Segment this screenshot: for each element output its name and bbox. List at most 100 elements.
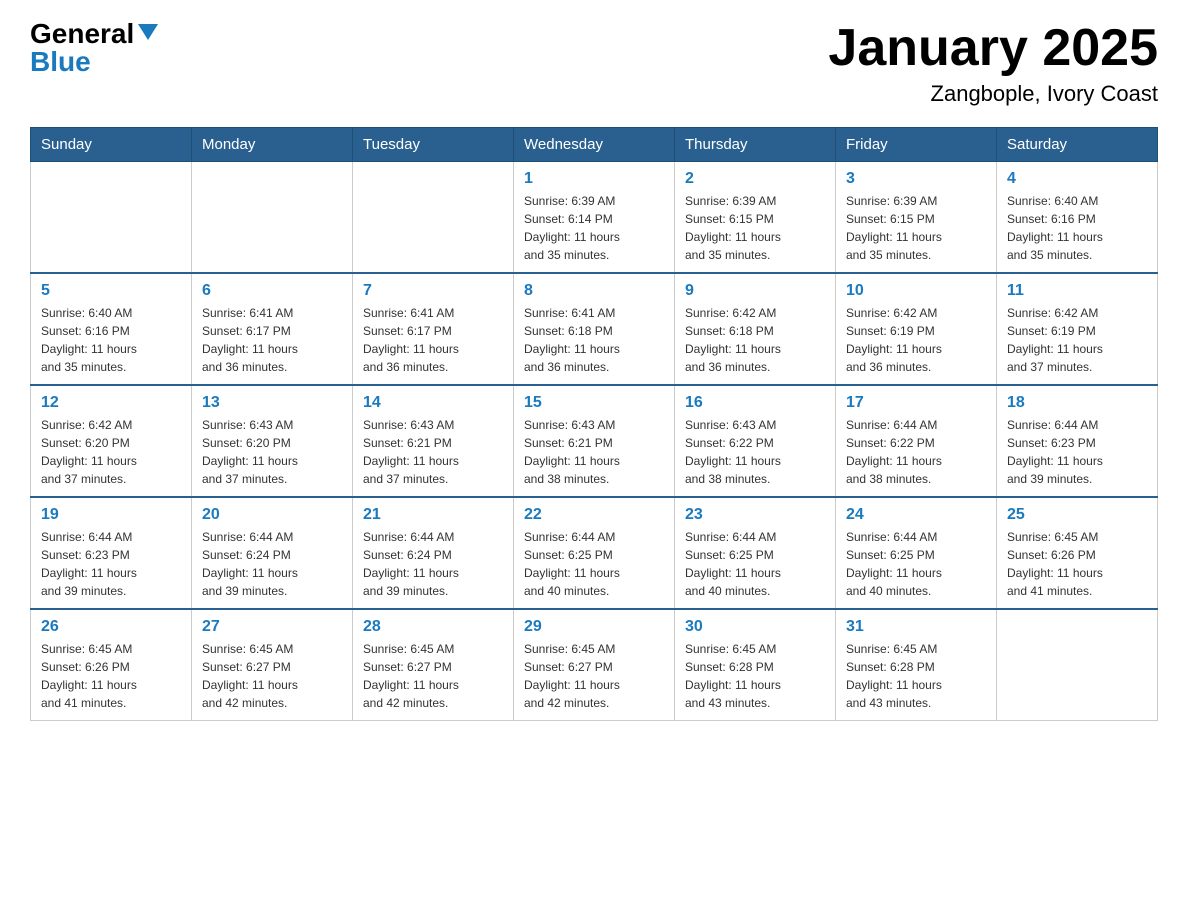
day-number: 2 bbox=[685, 170, 825, 188]
calendar-cell: 16Sunrise: 6:43 AM Sunset: 6:22 PM Dayli… bbox=[675, 385, 836, 497]
day-info: Sunrise: 6:45 AM Sunset: 6:27 PM Dayligh… bbox=[524, 640, 664, 712]
day-number: 27 bbox=[202, 618, 342, 636]
day-number: 1 bbox=[524, 170, 664, 188]
weekday-header-tuesday: Tuesday bbox=[353, 128, 514, 162]
day-info: Sunrise: 6:45 AM Sunset: 6:28 PM Dayligh… bbox=[685, 640, 825, 712]
day-number: 28 bbox=[363, 618, 503, 636]
calendar-cell bbox=[997, 609, 1158, 721]
weekday-header-row: SundayMondayTuesdayWednesdayThursdayFrid… bbox=[31, 128, 1158, 162]
day-number: 3 bbox=[846, 170, 986, 188]
calendar-cell: 26Sunrise: 6:45 AM Sunset: 6:26 PM Dayli… bbox=[31, 609, 192, 721]
day-number: 13 bbox=[202, 394, 342, 412]
logo-general: General bbox=[30, 20, 134, 48]
day-info: Sunrise: 6:44 AM Sunset: 6:25 PM Dayligh… bbox=[685, 528, 825, 600]
day-info: Sunrise: 6:42 AM Sunset: 6:20 PM Dayligh… bbox=[41, 416, 181, 488]
calendar-cell: 14Sunrise: 6:43 AM Sunset: 6:21 PM Dayli… bbox=[353, 385, 514, 497]
day-number: 31 bbox=[846, 618, 986, 636]
logo: General Blue bbox=[30, 20, 158, 76]
calendar-cell: 1 Sunrise: 6:39 AM Sunset: 6:14 PM Daylig… bbox=[514, 162, 675, 274]
calendar-week-row: 5Sunrise: 6:40 AM Sunset: 6:16 PM Daylig… bbox=[31, 273, 1158, 385]
day-number: 17 bbox=[846, 394, 986, 412]
calendar-cell bbox=[353, 162, 514, 274]
logo-blue: Blue bbox=[30, 46, 91, 77]
day-number: 16 bbox=[685, 394, 825, 412]
day-info: Sunrise: 6:39 AM Sunset: 6:14 PM Dayligh… bbox=[524, 192, 664, 264]
calendar-cell: 5Sunrise: 6:40 AM Sunset: 6:16 PM Daylig… bbox=[31, 273, 192, 385]
day-info: Sunrise: 6:44 AM Sunset: 6:25 PM Dayligh… bbox=[846, 528, 986, 600]
day-info: Sunrise: 6:42 AM Sunset: 6:19 PM Dayligh… bbox=[1007, 304, 1147, 376]
calendar-cell: 17 Sunrise: 6:44 AM Sunset: 6:22 PM Dayli… bbox=[836, 385, 997, 497]
calendar-table: SundayMondayTuesdayWednesdayThursdayFrid… bbox=[30, 127, 1158, 721]
day-number: 29 bbox=[524, 618, 664, 636]
day-number: 18 bbox=[1007, 394, 1147, 412]
weekday-header-wednesday: Wednesday bbox=[514, 128, 675, 162]
day-info: Sunrise: 6:45 AM Sunset: 6:27 PM Dayligh… bbox=[202, 640, 342, 712]
day-info: Sunrise: 6:39 AM Sunset: 6:15 PM Dayligh… bbox=[846, 192, 986, 264]
weekday-header-thursday: Thursday bbox=[675, 128, 836, 162]
day-info: Sunrise: 6:44 AM Sunset: 6:22 PM Dayligh… bbox=[846, 416, 986, 488]
day-info: Sunrise: 6:42 AM Sunset: 6:19 PM Dayligh… bbox=[846, 304, 986, 376]
calendar-cell: 3 Sunrise: 6:39 AM Sunset: 6:15 PM Daylig… bbox=[836, 162, 997, 274]
day-number: 5 bbox=[41, 282, 181, 300]
day-info: Sunrise: 6:39 AM Sunset: 6:15 PM Dayligh… bbox=[685, 192, 825, 264]
calendar-week-row: 12 Sunrise: 6:42 AM Sunset: 6:20 PM Dayli… bbox=[31, 385, 1158, 497]
day-info: Sunrise: 6:43 AM Sunset: 6:21 PM Dayligh… bbox=[524, 416, 664, 488]
day-info: Sunrise: 6:44 AM Sunset: 6:25 PM Dayligh… bbox=[524, 528, 664, 600]
calendar-cell: 13 Sunrise: 6:43 AM Sunset: 6:20 PM Dayli… bbox=[192, 385, 353, 497]
calendar-cell: 22 Sunrise: 6:44 AM Sunset: 6:25 PM Dayli… bbox=[514, 497, 675, 609]
day-number: 12 bbox=[41, 394, 181, 412]
day-info: Sunrise: 6:45 AM Sunset: 6:27 PM Dayligh… bbox=[363, 640, 503, 712]
weekday-header-monday: Monday bbox=[192, 128, 353, 162]
calendar-cell: 12 Sunrise: 6:42 AM Sunset: 6:20 PM Dayli… bbox=[31, 385, 192, 497]
calendar-cell: 30 Sunrise: 6:45 AM Sunset: 6:28 PM Dayli… bbox=[675, 609, 836, 721]
weekday-header-sunday: Sunday bbox=[31, 128, 192, 162]
title-block: January 2025 Zangbople, Ivory Coast bbox=[828, 20, 1158, 107]
day-number: 26 bbox=[41, 618, 181, 636]
calendar-week-row: 26Sunrise: 6:45 AM Sunset: 6:26 PM Dayli… bbox=[31, 609, 1158, 721]
day-number: 9 bbox=[685, 282, 825, 300]
calendar-cell: 28 Sunrise: 6:45 AM Sunset: 6:27 PM Dayli… bbox=[353, 609, 514, 721]
day-info: Sunrise: 6:42 AM Sunset: 6:18 PM Dayligh… bbox=[685, 304, 825, 376]
day-number: 6 bbox=[202, 282, 342, 300]
day-number: 23 bbox=[685, 506, 825, 524]
calendar-cell: 15Sunrise: 6:43 AM Sunset: 6:21 PM Dayli… bbox=[514, 385, 675, 497]
day-number: 22 bbox=[524, 506, 664, 524]
day-number: 8 bbox=[524, 282, 664, 300]
day-number: 30 bbox=[685, 618, 825, 636]
calendar-cell: 8 Sunrise: 6:41 AM Sunset: 6:18 PM Daylig… bbox=[514, 273, 675, 385]
calendar-cell: 2 Sunrise: 6:39 AM Sunset: 6:15 PM Daylig… bbox=[675, 162, 836, 274]
day-info: Sunrise: 6:41 AM Sunset: 6:18 PM Dayligh… bbox=[524, 304, 664, 376]
day-info: Sunrise: 6:40 AM Sunset: 6:16 PM Dayligh… bbox=[1007, 192, 1147, 264]
weekday-header-saturday: Saturday bbox=[997, 128, 1158, 162]
calendar-cell: 7Sunrise: 6:41 AM Sunset: 6:17 PM Daylig… bbox=[353, 273, 514, 385]
day-number: 24 bbox=[846, 506, 986, 524]
day-info: Sunrise: 6:45 AM Sunset: 6:26 PM Dayligh… bbox=[1007, 528, 1147, 600]
calendar-title: January 2025 bbox=[828, 20, 1158, 77]
day-number: 7 bbox=[363, 282, 503, 300]
page-header: General Blue January 2025 Zangbople, Ivo… bbox=[30, 20, 1158, 107]
day-info: Sunrise: 6:44 AM Sunset: 6:23 PM Dayligh… bbox=[41, 528, 181, 600]
day-number: 4 bbox=[1007, 170, 1147, 188]
day-number: 20 bbox=[202, 506, 342, 524]
calendar-cell: 19Sunrise: 6:44 AM Sunset: 6:23 PM Dayli… bbox=[31, 497, 192, 609]
day-number: 25 bbox=[1007, 506, 1147, 524]
calendar-cell: 18 Sunrise: 6:44 AM Sunset: 6:23 PM Dayli… bbox=[997, 385, 1158, 497]
calendar-cell bbox=[31, 162, 192, 274]
calendar-week-row: 1 Sunrise: 6:39 AM Sunset: 6:14 PM Daylig… bbox=[31, 162, 1158, 274]
calendar-cell: 25 Sunrise: 6:45 AM Sunset: 6:26 PM Dayli… bbox=[997, 497, 1158, 609]
day-info: Sunrise: 6:43 AM Sunset: 6:20 PM Dayligh… bbox=[202, 416, 342, 488]
day-number: 14 bbox=[363, 394, 503, 412]
day-info: Sunrise: 6:41 AM Sunset: 6:17 PM Dayligh… bbox=[202, 304, 342, 376]
day-info: Sunrise: 6:44 AM Sunset: 6:23 PM Dayligh… bbox=[1007, 416, 1147, 488]
logo-triangle-icon bbox=[138, 24, 158, 40]
day-info: Sunrise: 6:44 AM Sunset: 6:24 PM Dayligh… bbox=[202, 528, 342, 600]
calendar-cell: 23 Sunrise: 6:44 AM Sunset: 6:25 PM Dayli… bbox=[675, 497, 836, 609]
calendar-cell: 11Sunrise: 6:42 AM Sunset: 6:19 PM Dayli… bbox=[997, 273, 1158, 385]
day-info: Sunrise: 6:45 AM Sunset: 6:28 PM Dayligh… bbox=[846, 640, 986, 712]
calendar-cell: 21Sunrise: 6:44 AM Sunset: 6:24 PM Dayli… bbox=[353, 497, 514, 609]
calendar-cell: 10 Sunrise: 6:42 AM Sunset: 6:19 PM Dayli… bbox=[836, 273, 997, 385]
weekday-header-friday: Friday bbox=[836, 128, 997, 162]
day-number: 10 bbox=[846, 282, 986, 300]
calendar-cell: 6 Sunrise: 6:41 AM Sunset: 6:17 PM Daylig… bbox=[192, 273, 353, 385]
day-number: 21 bbox=[363, 506, 503, 524]
